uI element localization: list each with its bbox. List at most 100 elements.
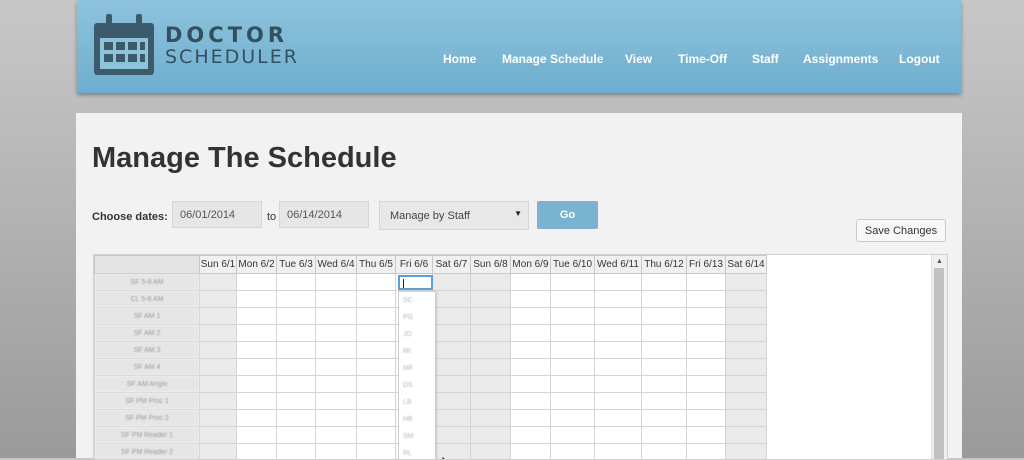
schedule-cell[interactable] [237,376,277,393]
schedule-cell[interactable] [277,325,316,342]
schedule-cell[interactable] [277,393,316,410]
schedule-cell[interactable] [200,393,237,410]
schedule-cell[interactable] [237,325,277,342]
schedule-cell[interactable] [595,393,642,410]
schedule-cell[interactable] [687,376,726,393]
schedule-cell[interactable] [642,325,687,342]
schedule-cell[interactable] [357,308,396,325]
schedule-cell[interactable] [551,274,595,291]
schedule-cell[interactable] [726,359,767,376]
schedule-cell[interactable] [726,342,767,359]
schedule-cell[interactable] [433,359,471,376]
schedule-cell[interactable] [642,291,687,308]
schedule-cell[interactable] [471,393,511,410]
schedule-cell[interactable] [316,376,357,393]
schedule-cell[interactable] [471,274,511,291]
schedule-cell[interactable] [687,410,726,427]
schedule-cell[interactable] [200,342,237,359]
schedule-cell[interactable] [277,427,316,444]
schedule-cell[interactable] [237,342,277,359]
schedule-cell[interactable] [551,376,595,393]
schedule-cell[interactable] [726,410,767,427]
schedule-cell[interactable] [357,393,396,410]
schedule-cell[interactable] [316,342,357,359]
schedule-cell[interactable] [511,410,551,427]
schedule-cell[interactable] [471,410,511,427]
schedule-cell[interactable] [316,308,357,325]
schedule-cell[interactable] [316,410,357,427]
schedule-cell[interactable] [471,376,511,393]
schedule-cell[interactable] [237,359,277,376]
schedule-cell[interactable] [595,410,642,427]
dropdown-option[interactable]: HB [399,411,435,428]
schedule-cell[interactable] [357,291,396,308]
schedule-cell[interactable] [471,308,511,325]
schedule-cell[interactable] [511,274,551,291]
nav-home[interactable]: Home [443,52,476,66]
schedule-cell[interactable] [595,308,642,325]
schedule-cell[interactable] [687,342,726,359]
schedule-cell[interactable] [642,274,687,291]
schedule-cell[interactable] [277,291,316,308]
schedule-cell[interactable] [277,359,316,376]
schedule-cell[interactable] [687,427,726,444]
schedule-cell[interactable] [642,427,687,444]
schedule-cell[interactable] [200,274,237,291]
schedule-cell[interactable] [726,291,767,308]
schedule-cell[interactable] [726,274,767,291]
schedule-cell[interactable] [200,291,237,308]
schedule-cell[interactable] [642,376,687,393]
schedule-cell[interactable] [595,291,642,308]
scroll-up-arrow-icon[interactable]: ▲ [936,258,943,265]
schedule-cell[interactable] [316,359,357,376]
schedule-cell[interactable] [511,376,551,393]
schedule-cell[interactable] [642,410,687,427]
schedule-cell[interactable] [595,359,642,376]
schedule-cell[interactable] [237,427,277,444]
schedule-cell[interactable] [237,410,277,427]
start-date-input[interactable] [172,201,262,228]
nav-logout[interactable]: Logout [899,52,940,66]
schedule-cell[interactable] [237,393,277,410]
schedule-cell[interactable] [200,308,237,325]
schedule-cell[interactable] [433,393,471,410]
active-cell-input[interactable] [398,275,433,290]
schedule-cell[interactable] [511,308,551,325]
schedule-cell[interactable] [642,393,687,410]
schedule-cell[interactable] [357,376,396,393]
schedule-cell[interactable] [316,291,357,308]
schedule-cell[interactable] [551,359,595,376]
schedule-cell[interactable] [433,274,471,291]
schedule-cell[interactable] [551,308,595,325]
nav-manage-schedule[interactable]: Manage Schedule [502,52,603,66]
dropdown-option[interactable]: SC [399,292,435,309]
schedule-cell[interactable] [433,376,471,393]
schedule-cell[interactable] [471,291,511,308]
dropdown-option[interactable]: PG [399,309,435,326]
schedule-cell[interactable] [200,427,237,444]
schedule-cell[interactable] [687,393,726,410]
nav-time-off[interactable]: Time-Off [678,52,727,66]
schedule-cell[interactable] [316,393,357,410]
schedule-cell[interactable] [277,342,316,359]
schedule-cell[interactable] [726,325,767,342]
schedule-cell[interactable] [642,308,687,325]
schedule-cell[interactable] [357,427,396,444]
schedule-cell[interactable] [511,359,551,376]
dropdown-option[interactable]: MF [399,360,435,377]
dropdown-option[interactable]: MI [399,343,435,360]
schedule-cell[interactable] [551,410,595,427]
schedule-cell[interactable] [316,325,357,342]
schedule-cell[interactable] [726,376,767,393]
schedule-cell[interactable] [277,376,316,393]
dropdown-option[interactable]: DS [399,377,435,394]
schedule-cell[interactable] [595,274,642,291]
schedule-cell[interactable] [551,427,595,444]
nav-view[interactable]: View [625,52,652,66]
save-changes-button[interactable]: Save Changes [856,219,946,242]
schedule-cell[interactable] [726,308,767,325]
schedule-cell[interactable] [551,393,595,410]
grid-scrollbar[interactable]: ▲ [931,255,947,459]
schedule-cell[interactable] [511,291,551,308]
end-date-input[interactable] [279,201,369,228]
